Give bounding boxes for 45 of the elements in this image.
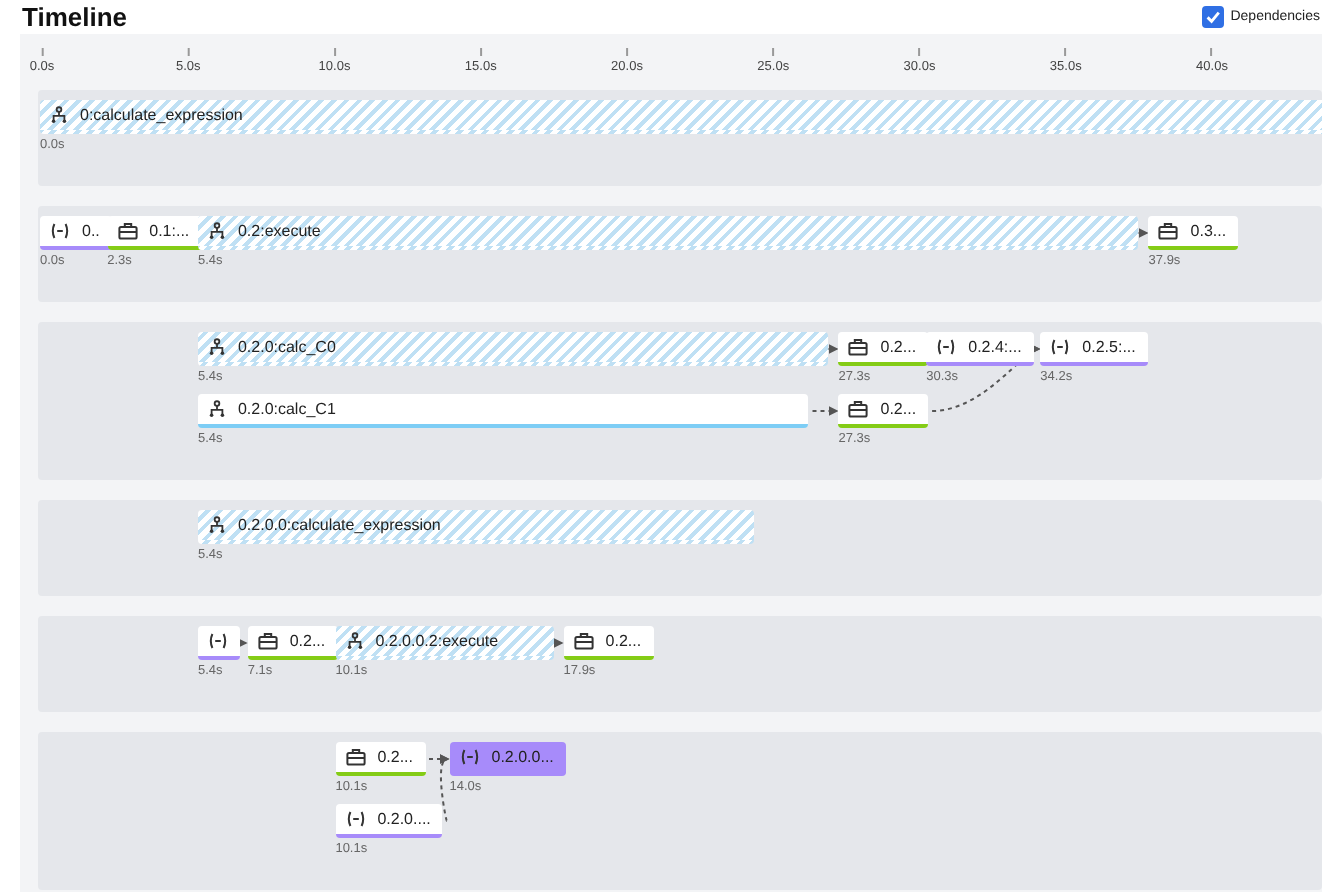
timeline-node[interactable]: 0.2.4:... (926, 332, 1034, 366)
timeline-node[interactable]: 0.2.0.0.2:execute (335, 626, 554, 660)
timeline-node[interactable]: 0.2.0:calc_C1 (197, 394, 809, 428)
tree-icon (345, 632, 364, 650)
timeline-node[interactable]: 0.2... (247, 626, 338, 660)
timeline-node[interactable]: 0.3... (1148, 216, 1239, 250)
briefcase-icon (345, 748, 366, 766)
timeline-node[interactable] (197, 626, 240, 660)
dependency-arrow (552, 638, 564, 648)
bracket-icon (207, 632, 228, 650)
timeline-node[interactable]: 0.2.0.0:calculate_expression (197, 510, 754, 544)
tree-icon (207, 516, 226, 534)
tree-icon (207, 222, 226, 240)
bracket-icon (1050, 338, 1071, 356)
tree-icon (207, 400, 226, 418)
briefcase-icon (257, 632, 278, 650)
tree-icon (207, 338, 226, 356)
briefcase-icon (117, 222, 138, 240)
timeline-node[interactable]: 0:calculate_expression (40, 100, 1322, 134)
dependency-arrow (1137, 228, 1149, 238)
dependency-arrow (811, 406, 839, 416)
timeline-node[interactable]: 0.2.5:... (1040, 332, 1148, 366)
timeline-node[interactable]: 0.2.0:calc_C0 (197, 332, 829, 366)
timeline-node[interactable]: 0.2... (838, 394, 929, 428)
briefcase-icon (848, 400, 869, 418)
dependency-arrow (827, 344, 839, 354)
timeline-node[interactable]: 0.2... (563, 626, 654, 660)
bracket-icon (459, 748, 480, 766)
timeline-node[interactable]: 0.2.0.0... (449, 742, 566, 776)
dependencies-checkbox[interactable] (1202, 6, 1225, 28)
briefcase-icon (573, 632, 594, 650)
timeline-node[interactable]: 0.2... (838, 332, 929, 366)
timeline-node[interactable]: 0.1:... (107, 216, 202, 250)
dependency-arrow (237, 638, 248, 648)
timeline-node[interactable]: 0.2:execute (197, 216, 1139, 250)
timeline-node[interactable]: 0.2... (335, 742, 425, 776)
timeline-node[interactable]: 0.2.0.... (335, 804, 443, 838)
briefcase-icon (848, 338, 869, 356)
bracket-icon (345, 810, 366, 828)
bracket-icon (936, 338, 957, 356)
briefcase-icon (1158, 222, 1179, 240)
tree-icon (50, 106, 68, 124)
bracket-icon (50, 222, 70, 240)
timeline-title: Timeline (22, 2, 128, 32)
timeline-node[interactable]: 0.. (40, 216, 112, 250)
